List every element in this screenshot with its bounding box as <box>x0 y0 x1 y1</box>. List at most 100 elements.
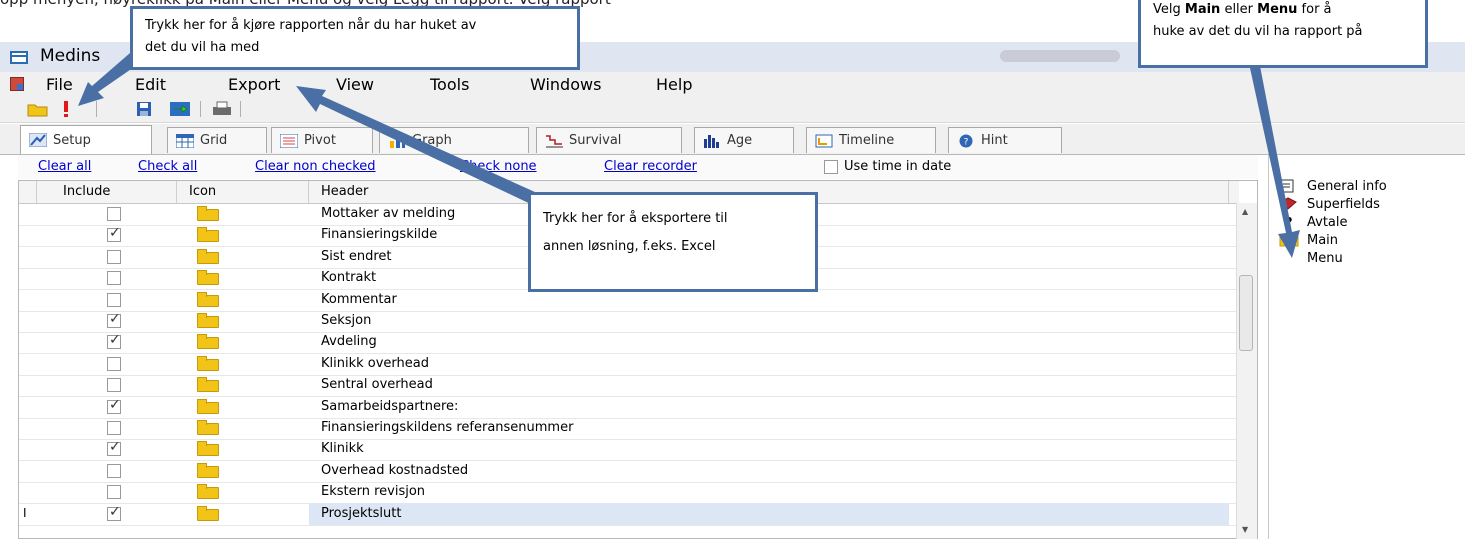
callout-text-part: Velg <box>1153 2 1185 17</box>
table-row[interactable]: I ✓ Prosjektslutt <box>19 502 1239 526</box>
table-row[interactable]: Kommentar <box>19 289 1239 312</box>
checkmark-icon: ✓ <box>109 332 121 349</box>
include-checkbox[interactable] <box>107 271 121 286</box>
column-icon[interactable]: Icon <box>177 181 309 203</box>
table-row[interactable]: ✓ Seksjon <box>19 310 1239 333</box>
include-checkbox[interactable] <box>107 378 121 393</box>
folder-icon <box>197 291 219 307</box>
clear-non-checked-link[interactable]: Clear non checked <box>255 159 376 174</box>
menu-help[interactable]: Help <box>656 75 692 94</box>
row-marker: I <box>23 505 27 520</box>
tree-item-avtale[interactable]: ? Avtale <box>1279 213 1348 231</box>
folder-icon <box>197 484 219 500</box>
tree-item-label: Menu <box>1307 250 1343 266</box>
tree-item-superfields[interactable]: Superfields <box>1279 195 1380 213</box>
scroll-up-icon[interactable]: ▲ <box>1242 207 1248 216</box>
menu-file[interactable]: File <box>46 75 73 94</box>
callout-text-line: det du vil ha med <box>145 40 260 55</box>
column-include[interactable]: Include <box>37 181 177 203</box>
menu-export[interactable]: Export <box>228 75 280 94</box>
grid-icon <box>176 133 194 148</box>
menu-bar: File Edit Export View Tools Windows Help <box>0 72 1465 96</box>
general-info-icon <box>1279 179 1294 193</box>
tab-grid[interactable]: Grid <box>167 127 267 153</box>
header-cell[interactable]: Overhead kostnadsted <box>309 460 1229 482</box>
toolbar-separator <box>96 101 97 117</box>
include-checkbox[interactable]: ✓ <box>107 505 121 521</box>
tab-age[interactable]: Age <box>694 127 794 153</box>
header-cell[interactable]: Klinikk <box>309 438 1229 460</box>
header-cell[interactable]: Klinikk overhead <box>309 353 1229 375</box>
callout-text-line: Trykk her for å kjøre rapporten når du h… <box>145 18 477 33</box>
header-cell[interactable]: Prosjektslutt <box>309 502 1229 525</box>
folder-icon <box>197 270 219 286</box>
include-checkbox[interactable] <box>107 485 121 500</box>
menu-app-icon[interactable] <box>10 77 24 91</box>
menu-tools[interactable]: Tools <box>430 75 469 94</box>
tab-pivot[interactable]: Pivot <box>271 127 373 153</box>
scroll-down-icon[interactable]: ▼ <box>1242 525 1248 534</box>
table-row[interactable]: Ekstern revisjon <box>19 481 1239 505</box>
header-cell[interactable]: Ekstern revisjon <box>309 481 1229 503</box>
check-all-link[interactable]: Check all <box>138 159 197 174</box>
tab-hint[interactable]: ? Hint <box>948 127 1062 153</box>
export-icon[interactable] <box>168 99 192 119</box>
table-row[interactable]: ✓ Avdeling <box>19 331 1239 355</box>
include-checkbox[interactable] <box>107 292 121 307</box>
tab-timeline[interactable]: Timeline <box>806 127 936 153</box>
tree-item-menu[interactable]: Menu <box>1307 249 1343 267</box>
include-checkbox[interactable] <box>107 463 121 478</box>
include-checkbox[interactable]: ✓ <box>107 440 121 457</box>
table-row[interactable]: Overhead kostnadsted <box>19 460 1239 483</box>
header-cell[interactable]: Finansieringskildens referansenummer <box>309 417 1229 439</box>
table-row[interactable]: Sentral overhead <box>19 374 1239 398</box>
include-checkbox[interactable]: ✓ <box>107 312 121 328</box>
tab-setup[interactable]: Setup <box>20 125 152 154</box>
include-checkbox[interactable] <box>107 356 121 371</box>
table-row[interactable]: ✓ Klinikk <box>19 438 1239 462</box>
tree-item-main[interactable]: Main <box>1279 231 1338 249</box>
include-checkbox[interactable] <box>107 207 121 221</box>
toolbar-separator <box>200 101 201 117</box>
header-cell[interactable]: Sentral overhead <box>309 374 1229 396</box>
include-checkbox[interactable] <box>107 249 121 264</box>
folder-icon <box>1279 234 1299 247</box>
scrollbar-thumb[interactable] <box>1239 275 1253 351</box>
table-row[interactable]: ✓ Samarbeidspartnere: <box>19 396 1239 419</box>
save-icon[interactable] <box>132 99 156 119</box>
print-icon[interactable] <box>210 99 234 119</box>
menu-windows[interactable]: Windows <box>530 75 601 94</box>
clear-all-link[interactable]: Clear all <box>38 159 91 174</box>
tab-label: Pivot <box>304 133 336 148</box>
folder-icon <box>197 441 219 457</box>
include-checkbox[interactable]: ✓ <box>107 226 121 243</box>
tab-label: Setup <box>53 132 91 148</box>
include-checkbox[interactable]: ✓ <box>107 398 121 414</box>
include-checkbox[interactable] <box>107 421 121 435</box>
tab-label: Survival <box>569 133 622 148</box>
use-time-checkbox[interactable] <box>824 160 838 174</box>
tree-item-label: General info <box>1307 178 1387 194</box>
tree-item-general-info[interactable]: General info <box>1279 177 1387 195</box>
table-row[interactable]: Klinikk overhead <box>19 353 1239 376</box>
tab-survival[interactable]: Survival <box>536 127 682 153</box>
folder-icon <box>197 420 219 435</box>
menu-edit[interactable]: Edit <box>135 75 166 94</box>
include-checkbox[interactable]: ✓ <box>107 332 121 350</box>
menu-view[interactable]: View <box>336 75 374 94</box>
tree-item-label: Avtale <box>1307 214 1348 230</box>
tab-graph[interactable]: Graph <box>379 127 529 153</box>
callout-export: Trykk her for å eksportere til annen løs… <box>528 192 818 292</box>
check-none-link[interactable]: Check none <box>460 159 537 174</box>
callout-menu-bold: Menu <box>1257 2 1298 17</box>
grid-vertical-scrollbar[interactable]: ▲ ▼ <box>1236 203 1257 539</box>
clear-recorder-link[interactable]: Clear recorder <box>604 159 697 174</box>
header-cell[interactable]: Avdeling <box>309 331 1229 353</box>
header-cell[interactable]: Seksjon <box>309 310 1229 332</box>
run-report-icon[interactable] <box>54 99 78 119</box>
header-cell[interactable]: Samarbeidspartnere: <box>309 396 1229 418</box>
tab-label: Hint <box>981 133 1008 148</box>
open-folder-icon[interactable] <box>26 99 50 119</box>
tree-item-label: Superfields <box>1307 196 1380 212</box>
table-row[interactable]: Finansieringskildens referansenummer <box>19 417 1239 440</box>
